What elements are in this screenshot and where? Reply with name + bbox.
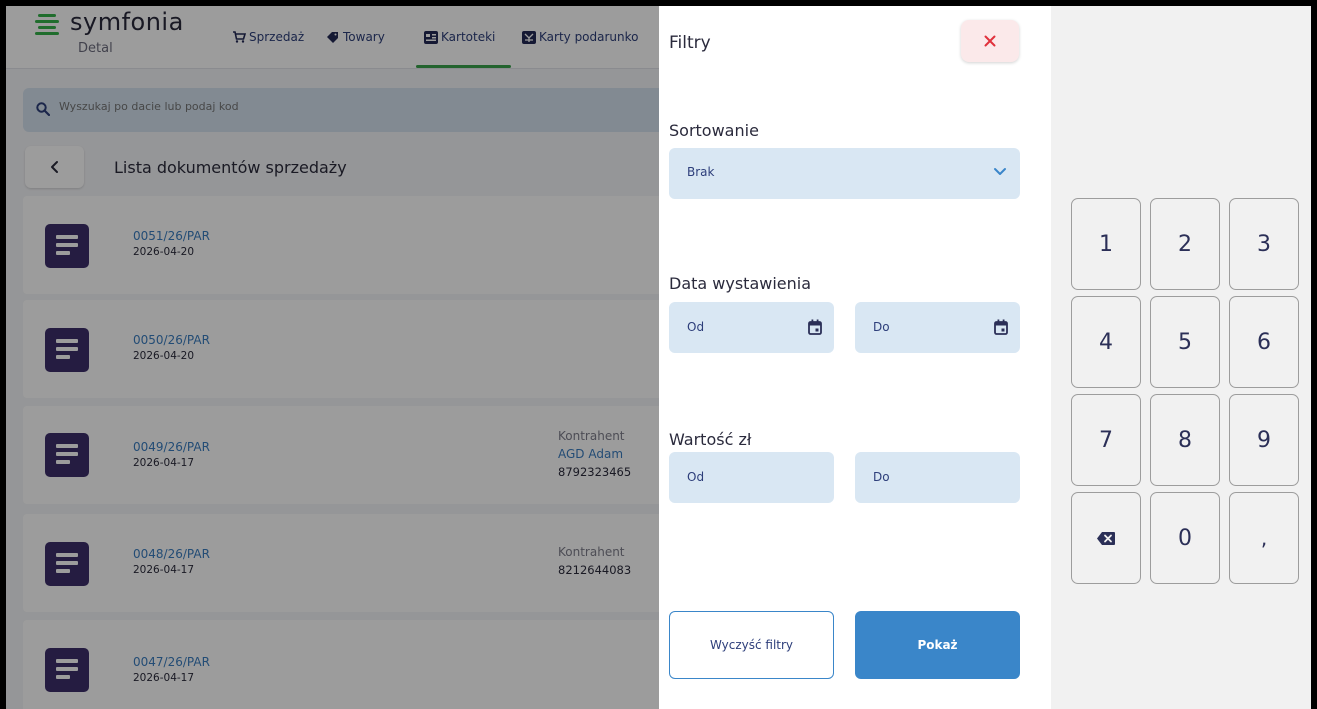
calendar-icon[interactable] xyxy=(808,319,822,335)
show-button[interactable]: Pokaż xyxy=(855,611,1020,679)
numpad-key-6[interactable]: 6 xyxy=(1229,296,1299,388)
chevron-down-icon xyxy=(994,168,1006,175)
screen: symfonia Detal Sprzedaż Towary Kartoteki… xyxy=(6,6,1311,709)
date-from-field[interactable]: Od xyxy=(669,302,834,353)
date-to-field[interactable]: Do xyxy=(855,302,1020,353)
numpad-key-comma[interactable]: , xyxy=(1229,492,1299,584)
value-label: Wartość zł xyxy=(669,430,752,449)
numpad-key-3[interactable]: 3 xyxy=(1229,198,1299,290)
date-label: Data wystawienia xyxy=(669,274,812,293)
clear-filters-button[interactable]: Wyczyść filtry xyxy=(669,611,834,679)
sort-value: Brak xyxy=(687,165,715,179)
close-icon xyxy=(984,35,996,47)
numpad-key-5[interactable]: 5 xyxy=(1150,296,1220,388)
calendar-icon[interactable] xyxy=(994,319,1008,335)
numpad-key-backspace[interactable] xyxy=(1071,492,1141,584)
value-to-field[interactable]: Do xyxy=(855,452,1020,503)
sort-label: Sortowanie xyxy=(669,121,759,140)
close-button[interactable] xyxy=(961,20,1019,62)
numpad-key-2[interactable]: 2 xyxy=(1150,198,1220,290)
numpad-key-4[interactable]: 4 xyxy=(1071,296,1141,388)
filters-panel: Filtry Sortowanie Brak Data wystawienia … xyxy=(659,6,1051,709)
date-to-placeholder: Do xyxy=(873,320,890,334)
value-to-placeholder: Do xyxy=(873,470,890,484)
numpad-key-8[interactable]: 8 xyxy=(1150,394,1220,486)
sort-select[interactable]: Brak xyxy=(669,148,1020,199)
numpad-key-0[interactable]: 0 xyxy=(1150,492,1220,584)
modal-overlay[interactable] xyxy=(6,6,659,709)
date-from-placeholder: Od xyxy=(687,320,705,334)
value-from-field[interactable]: Od xyxy=(669,452,834,503)
sales-documents-view: symfonia Detal Sprzedaż Towary Kartoteki… xyxy=(6,6,659,709)
backspace-icon xyxy=(1097,531,1115,545)
numpad-panel: 1 2 3 4 5 6 7 8 9 0 , xyxy=(1051,6,1311,709)
value-from-placeholder: Od xyxy=(687,470,705,484)
numpad-key-7[interactable]: 7 xyxy=(1071,394,1141,486)
numpad-key-9[interactable]: 9 xyxy=(1229,394,1299,486)
filters-title: Filtry xyxy=(669,33,711,53)
numpad-key-1[interactable]: 1 xyxy=(1071,198,1141,290)
